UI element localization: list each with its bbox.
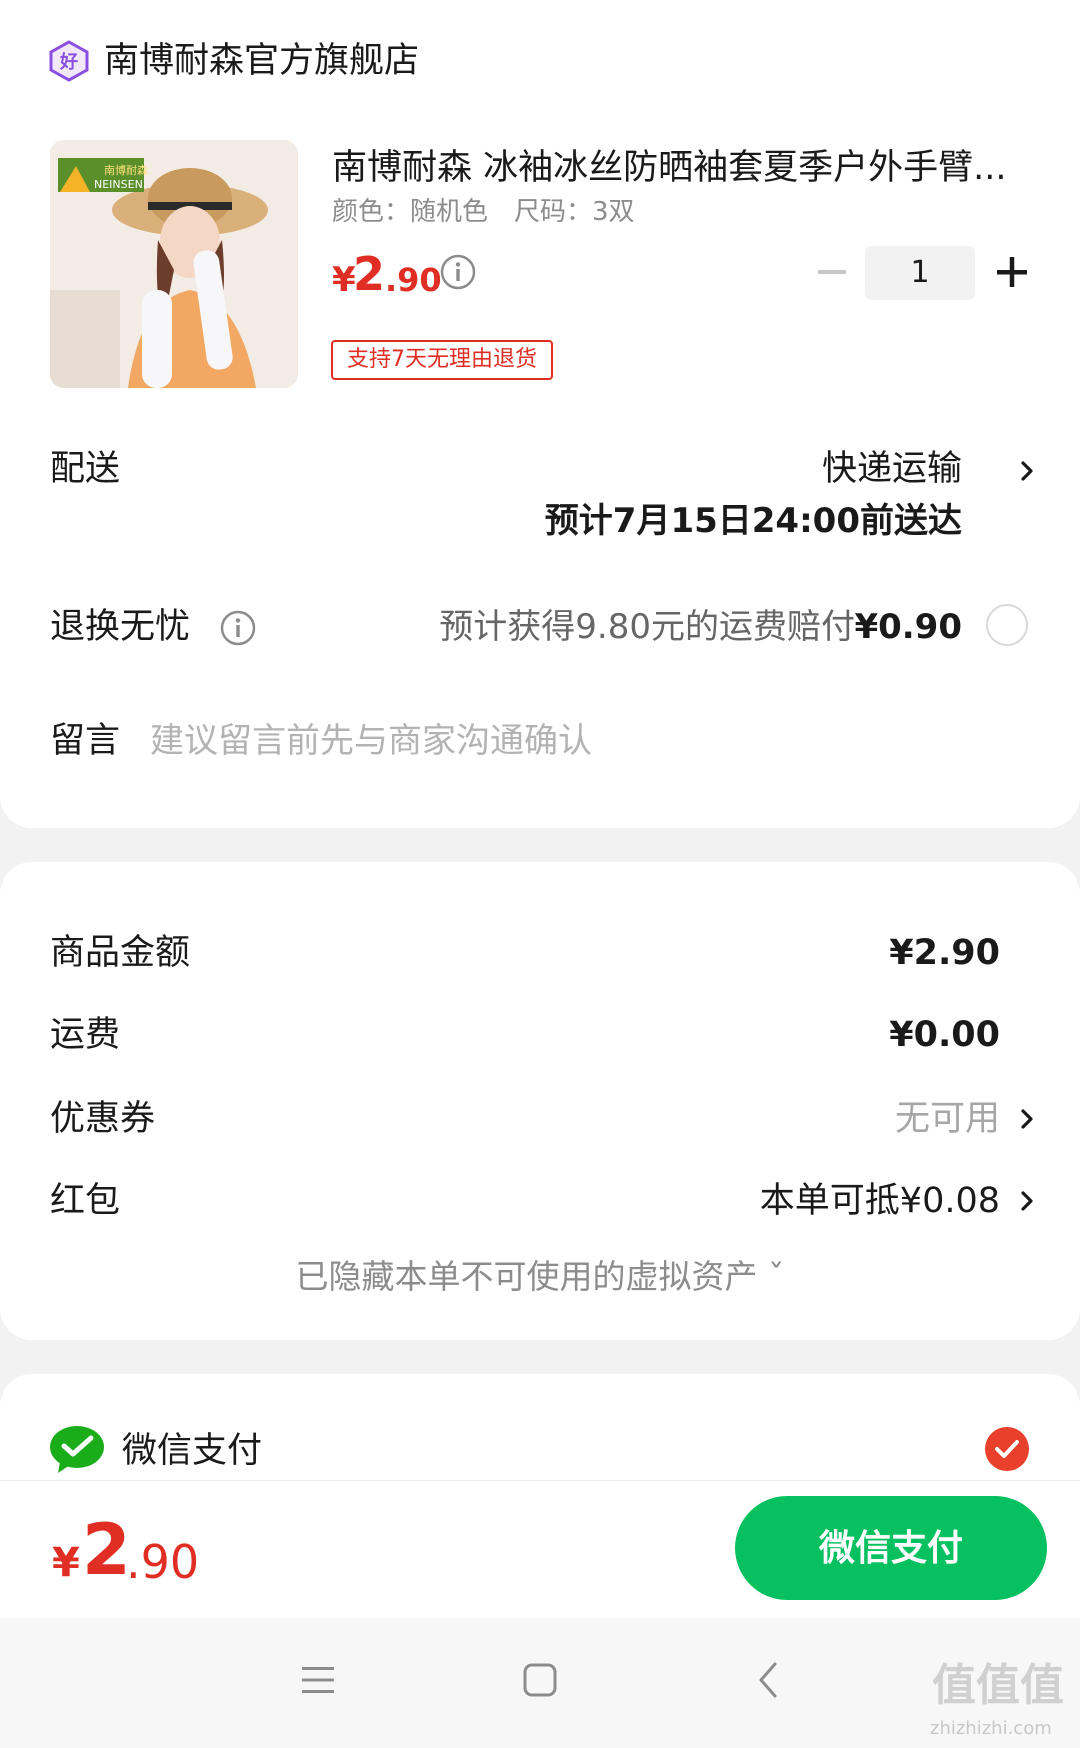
product-image[interactable]: 南博耐森 NEINSEN <box>50 140 298 388</box>
total-price-integer: 2 <box>82 1509 131 1591</box>
return-insurance-price: ¥0.90 <box>854 607 962 647</box>
red-packet-label: 红包 <box>50 1181 121 1221</box>
product-photo-illustration: 南博耐森 NEINSEN <box>50 140 298 388</box>
delivery-label: 配送 <box>50 449 121 489</box>
return-insurance-label: 退换无忧 <box>50 607 191 647</box>
watermark-text: 值值值 <box>932 1660 1064 1711</box>
selected-check-icon[interactable] <box>984 1426 1030 1472</box>
wechat-pay-icon <box>50 1426 104 1473</box>
svg-text:南博耐森: 南博耐森 <box>104 163 148 177</box>
quantity-decrease-button[interactable] <box>812 252 852 292</box>
delivery-method[interactable]: 快递运输 <box>822 446 962 492</box>
coupon-value[interactable]: 无可用 <box>895 1096 1000 1142</box>
goods-amount-value: ¥2.90 <box>889 933 1000 973</box>
product-title[interactable]: 南博耐森 冰袖冰丝防晒袖套夏季户外手臂... <box>332 144 1032 192</box>
coupon-label: 优惠券 <box>50 1099 156 1139</box>
return-policy-badge: 支持7天无理由退货 <box>331 340 553 380</box>
svg-text:好: 好 <box>59 51 78 73</box>
info-icon[interactable] <box>440 254 476 290</box>
store-name[interactable]: 南博耐森官方旗舰店 <box>104 38 419 84</box>
delivery-eta: 预计7月15日24:00前送达 <box>544 501 962 541</box>
unit-price-integer: 2 <box>353 247 386 301</box>
quantity-value[interactable]: 1 <box>865 246 975 300</box>
svg-text:NEINSEN: NEINSEN <box>94 178 143 191</box>
shipping-fee-value: ¥0.00 <box>889 1015 1000 1055</box>
good-store-badge-icon: 好 <box>49 40 89 82</box>
message-label: 留言 <box>50 721 121 761</box>
red-packet-value[interactable]: 本单可抵¥0.08 <box>760 1178 1000 1224</box>
return-insurance-description: 预计获得9.80元的运费赔付 <box>439 607 855 647</box>
wechat-pay-button[interactable]: 微信支付 <box>735 1496 1047 1600</box>
return-insurance-radio[interactable] <box>986 604 1028 646</box>
total-price-currency: ¥ <box>52 1540 80 1586</box>
hidden-assets-toggle[interactable]: 已隐藏本单不可使用的虚拟资产 ˇ <box>0 1254 1080 1300</box>
total-price-decimal: .90 <box>126 1535 200 1589</box>
chevron-right-icon[interactable] <box>1018 456 1036 486</box>
chevron-right-icon[interactable] <box>1018 1104 1036 1134</box>
unit-price-decimal: .90 <box>385 261 442 299</box>
watermark-url: zhizhizhi.com <box>930 1718 1052 1739</box>
back-icon[interactable] <box>756 1660 780 1700</box>
chevron-right-icon[interactable] <box>1018 1186 1036 1216</box>
order-item-card <box>0 0 1080 828</box>
quantity-increase-button[interactable] <box>992 252 1032 292</box>
recent-apps-icon[interactable] <box>300 1664 336 1696</box>
home-icon[interactable] <box>522 1662 558 1698</box>
message-input[interactable] <box>150 716 1010 766</box>
wechat-pay-label[interactable]: 微信支付 <box>122 1428 262 1474</box>
product-spec[interactable]: 颜色：随机色 尺码：3双 <box>332 194 635 230</box>
goods-amount-label: 商品金额 <box>50 933 191 973</box>
shipping-fee-label: 运费 <box>50 1015 121 1055</box>
info-icon[interactable] <box>220 610 256 646</box>
